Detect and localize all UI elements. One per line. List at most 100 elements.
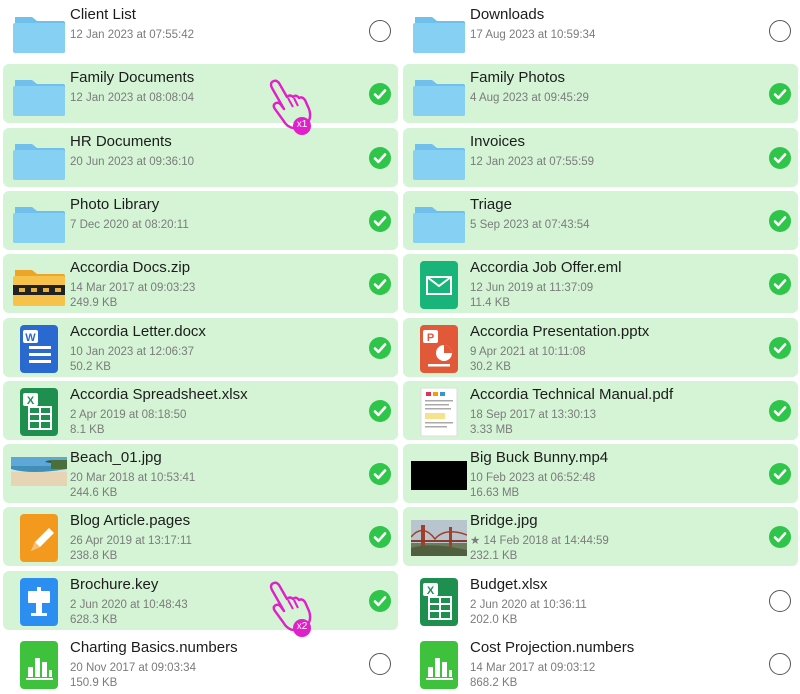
svg-text:P: P [427, 332, 434, 344]
word-icon: W [11, 324, 67, 374]
file-item-budget-xlsx[interactable]: X Budget.xlsx 2 Jun 2020 at 10:36:11 202.0 … [403, 571, 798, 630]
numbers-icon [11, 640, 67, 690]
checkmark-selected-icon[interactable] [369, 146, 391, 169]
file-meta: 20 Mar 2018 at 10:53:41 244.6 KB [70, 471, 195, 501]
folder-icon [11, 7, 67, 57]
file-name: Photo Library [70, 195, 160, 213]
file-meta: 10 Jan 2023 at 12:06:37 50.2 KB [70, 345, 194, 375]
file-size: 30.2 KB [470, 360, 511, 373]
file-item-hr-documents[interactable]: HR Documents 20 Jun 2023 at 09:36:10 [3, 127, 398, 187]
checkmark-empty-icon[interactable] [769, 653, 791, 675]
file-date: 18 Sep 2017 at 13:30:13 [470, 408, 596, 421]
checkmark-selected-icon[interactable] [369, 463, 391, 486]
file-size: 3.33 MB [470, 423, 513, 436]
file-date: 12 Jan 2023 at 07:55:42 [70, 29, 195, 41]
file-meta: 20 Jun 2023 at 09:36:10 [70, 155, 194, 170]
checkmark-selected-icon[interactable] [769, 399, 791, 422]
file-meta: 10 Feb 2023 at 06:52:48 16.63 MB [470, 471, 595, 501]
file-item-family-documents[interactable]: Family Documents 12 Jan 2023 at 08:08:04 [3, 64, 398, 124]
file-name: Accordia Letter.docx [70, 322, 206, 340]
checkmark-selected-icon[interactable] [369, 83, 391, 106]
file-item-client-list[interactable]: Client List 12 Jan 2023 at 07:55:42 [3, 1, 398, 60]
file-size: 238.8 KB [70, 550, 118, 563]
file-item-accordia-spreadsheet-xlsx[interactable]: X Accordia Spreadsheet.xlsx 2 Apr 2019 at … [3, 380, 398, 440]
file-name: Charting Basics.numbers [70, 639, 238, 656]
file-item-invoices[interactable]: Invoices 12 Jan 2023 at 07:55:59 [403, 127, 798, 187]
file-meta: 14 Mar 2017 at 09:03:12 868.2 KB [470, 661, 595, 691]
checkmark-empty-icon[interactable] [369, 20, 391, 42]
checkmark-selected-icon[interactable] [369, 526, 391, 549]
folder-icon [411, 70, 467, 120]
tap-hand-icon: x1 [264, 78, 316, 136]
file-meta: 2 Jun 2020 at 10:48:43 628.3 KB [70, 598, 188, 628]
file-name: Brochure.key [70, 575, 159, 593]
keynote-icon [11, 577, 67, 627]
file-grid: Client List 12 Jan 2023 at 07:55:42 Downlo… [0, 0, 800, 694]
checkmark-selected-icon[interactable] [769, 463, 791, 486]
checkmark-empty-icon[interactable] [769, 20, 791, 42]
checkmark-selected-icon[interactable] [769, 83, 791, 106]
file-item-triage[interactable]: Triage 5 Sep 2023 at 07:43:54 [403, 190, 798, 250]
file-meta: 2 Jun 2020 at 10:36:11 202.0 KB [470, 598, 587, 628]
file-meta: 26 Apr 2019 at 13:17:11 238.8 KB [70, 534, 192, 564]
file-meta: 12 Jun 2019 at 11:37:09 11.4 KB [470, 281, 593, 311]
checkmark-empty-icon[interactable] [769, 589, 791, 612]
file-item-brochure-key[interactable]: Brochure.key 2 Jun 2020 at 10:48:43 628.3 … [3, 570, 398, 630]
file-meta: 14 Mar 2017 at 09:03:23 249.9 KB [70, 281, 195, 311]
checkmark-selected-icon[interactable] [769, 209, 791, 232]
file-item-accordia-docs-zip[interactable]: Accordia Docs.zip 14 Mar 2017 at 09:03:23… [3, 254, 398, 314]
file-item-big-buck-bunny-mp4[interactable]: Big Buck Bunny.mp4 10 Feb 2023 at 06:52:4… [403, 444, 798, 504]
file-size: 16.63 MB [470, 487, 520, 500]
beach-photo-icon [11, 450, 67, 500]
file-meta: 12 Jan 2023 at 07:55:59 [470, 155, 594, 170]
video-thumbnail-icon [411, 450, 467, 500]
file-item-charting-basics-numbers[interactable]: Charting Basics.numbers 20 Nov 2017 at 09… [3, 634, 398, 693]
checkmark-selected-icon[interactable] [369, 589, 391, 612]
checkmark-selected-icon[interactable] [369, 399, 391, 422]
checkmark-selected-icon[interactable] [769, 336, 791, 359]
file-item-accordia-job-offer-eml[interactable]: Accordia Job Offer.eml 12 Jun 2019 at 11:… [403, 254, 798, 314]
file-meta: 12 Jan 2023 at 08:08:04 [70, 91, 194, 106]
checkmark-selected-icon[interactable] [369, 336, 391, 359]
folder-icon [411, 197, 467, 247]
file-meta: 17 Aug 2023 at 10:59:34 [470, 28, 595, 43]
file-date: 12 Jan 2023 at 07:55:59 [470, 155, 595, 168]
checkmark-selected-icon[interactable] [769, 273, 791, 296]
file-name: Bridge.jpg [470, 512, 538, 530]
file-item-blog-article-pages[interactable]: Blog Article.pages 26 Apr 2019 at 13:17:1… [3, 507, 398, 567]
file-name: Accordia Job Offer.eml [470, 259, 622, 277]
file-name: Client List [70, 6, 136, 23]
folder-icon [11, 197, 67, 247]
checkmark-selected-icon[interactable] [769, 526, 791, 549]
folder-icon [11, 134, 67, 184]
file-item-accordia-presentation-pptx[interactable]: P Accordia Presentation.pptx 9 Apr 2021 at… [403, 317, 798, 377]
file-item-photo-library[interactable]: Photo Library 7 Dec 2020 at 08:20:11 [3, 190, 398, 250]
file-name: Family Documents [70, 69, 195, 87]
file-date: 7 Dec 2020 at 08:20:11 [70, 218, 189, 231]
file-meta: 4 Aug 2023 at 09:45:29 [470, 91, 589, 106]
file-meta: 5 Sep 2023 at 07:43:54 [470, 218, 590, 233]
file-date: 10 Jan 2023 at 12:06:37 [70, 345, 195, 358]
file-item-beach-01-jpg[interactable]: Beach_01.jpg 20 Mar 2018 at 10:53:41 244.6… [3, 444, 398, 504]
file-meta: ★ 14 Feb 2018 at 14:44:59 232.1 KB [470, 534, 609, 564]
file-item-accordia-technical-manual-pdf[interactable]: Accordia Technical Manual.pdf 18 Sep 2017… [403, 380, 798, 440]
file-item-downloads[interactable]: Downloads 17 Aug 2023 at 10:59:34 [403, 1, 798, 60]
checkmark-empty-icon[interactable] [369, 653, 391, 675]
file-meta: 20 Nov 2017 at 09:03:34 150.9 KB [70, 661, 196, 691]
file-date: 20 Mar 2018 at 10:53:41 [70, 472, 196, 485]
checkmark-selected-icon[interactable] [769, 146, 791, 169]
file-item-accordia-letter-docx[interactable]: W Accordia Letter.docx 10 Jan 2023 at 12:0… [3, 317, 398, 377]
file-name: Cost Projection.numbers [470, 639, 635, 656]
file-name: Accordia Docs.zip [70, 259, 191, 277]
checkmark-selected-icon[interactable] [369, 273, 391, 296]
tap-count-label: x1 [296, 119, 308, 130]
checkmark-selected-icon[interactable] [369, 209, 391, 232]
file-date: 5 Sep 2023 at 07:43:54 [470, 218, 590, 231]
file-date: 12 Jun 2019 at 11:37:09 [470, 282, 594, 295]
file-item-cost-projection-numbers[interactable]: Cost Projection.numbers 14 Mar 2017 at 09… [403, 634, 798, 693]
file-item-family-photos[interactable]: Family Photos 4 Aug 2023 at 09:45:29 [403, 64, 798, 124]
file-item-bridge-jpg[interactable]: Bridge.jpg ★ 14 Feb 2018 at 14:44:59 232.1… [403, 507, 798, 567]
file-date: 14 Mar 2017 at 09:03:12 [470, 662, 596, 674]
svg-text:X: X [427, 585, 435, 597]
powerpoint-icon: P [411, 324, 467, 374]
